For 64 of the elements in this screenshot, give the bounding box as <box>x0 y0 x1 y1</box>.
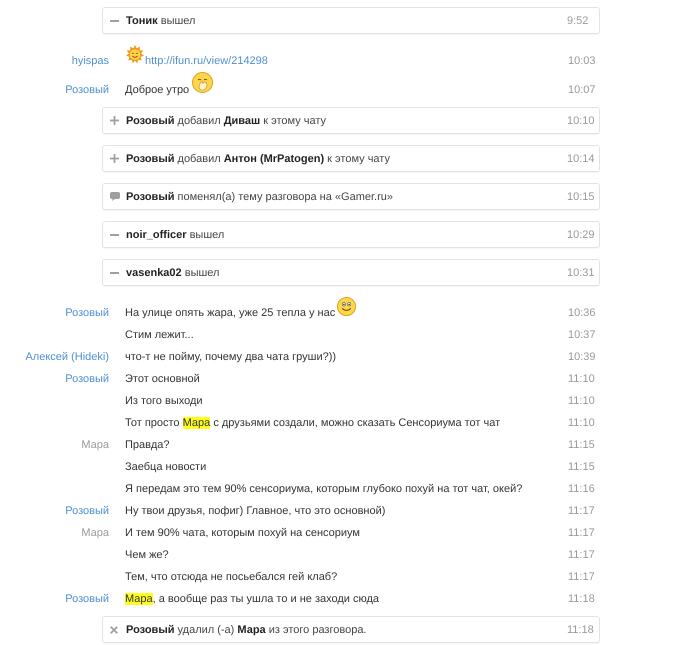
event-time: 10:29 <box>567 228 596 240</box>
message-time: 11:17 <box>568 526 596 541</box>
event-time: 10:31 <box>567 266 596 278</box>
minus-icon <box>110 272 119 274</box>
message-time: 11:10 <box>568 372 596 387</box>
sender-name: Розовый <box>65 373 109 385</box>
message-text: Ну твои друзья, пофиг) Главное, что это основной) <box>125 505 386 517</box>
sender-name: Розовый <box>65 307 109 319</box>
minus-icon <box>110 20 119 22</box>
event-text: noir_officer вышел <box>126 228 226 240</box>
message-text: На улице опять жара, уже 25 тепла у нас <box>125 307 336 319</box>
message-text: И тем 90% чата, которым похуй на сенсориум <box>125 527 360 539</box>
message-time: 10:39 <box>568 350 597 365</box>
message-time: 11:18 <box>568 592 596 607</box>
message-time: 10:07 <box>568 83 597 98</box>
sender-name: hyispas <box>72 55 109 67</box>
cross-icon <box>110 626 118 634</box>
message-time: 11:17 <box>568 504 596 519</box>
sun-smiley-icon <box>125 45 145 64</box>
message-time: 10:03 <box>568 54 597 69</box>
plus-icon <box>110 116 119 125</box>
smiley-with-hand-icon <box>192 72 214 93</box>
message-text: Правда? <box>125 439 170 451</box>
event-text: vasenka02 вышел <box>126 266 220 278</box>
event-text: Тоник вышел <box>126 14 196 26</box>
message-text: Мара, а вообще раз ты ушла то и не заходи сюда <box>125 593 380 605</box>
plus-icon <box>110 154 119 163</box>
minus-icon <box>110 234 119 236</box>
message-time: 11:10 <box>568 394 596 409</box>
message-time: 10:36 <box>568 306 597 321</box>
event-time: 9:52 <box>567 14 590 26</box>
message-text: Заебца новости <box>125 461 206 473</box>
sender-name: Розовый <box>65 593 109 605</box>
message-text: Тем, что отсюда не посьебался гей клаб? <box>125 571 338 583</box>
event-text: Розовый удалил (-а) Мара из этого разговора. <box>126 624 368 636</box>
message-text: Доброе утро <box>125 84 190 96</box>
message-time: 11:17 <box>568 548 596 563</box>
event-text: Розовый добавил Антон (MrPatogen) к этому чату <box>126 152 391 164</box>
event-time: 10:15 <box>567 190 596 202</box>
event-time: 11:18 <box>567 624 595 636</box>
message-time: 11:17 <box>568 570 596 585</box>
sender-name: Мара <box>81 527 109 539</box>
message-text: Стим лежит... <box>125 329 194 341</box>
event-time: 10:10 <box>567 114 596 126</box>
sender-name: Розовый <box>65 505 109 517</box>
message-time: 11:15 <box>568 460 596 475</box>
message-time: 11:16 <box>568 482 596 497</box>
smiley-icon <box>337 297 356 316</box>
message-time: 11:15 <box>568 438 596 453</box>
message-text: Из того выходи <box>125 395 203 407</box>
sender-name: Алексей (Hideki) <box>25 351 109 363</box>
event-text: Розовый поменял(а) тему разговора на «Gamer.ru» <box>126 190 394 202</box>
message-text: Я передам это тем 90% сенсориума, которым глубоко похуй на тот чат, окей? <box>125 483 522 495</box>
sender-name: Розовый <box>65 84 109 96</box>
speech-bubble-icon <box>110 192 120 201</box>
event-time: 10:14 <box>567 152 596 164</box>
message-time: 11:10 <box>568 416 596 431</box>
message-text: Этот основной <box>125 373 200 385</box>
message-link[interactable]: http://ifun.ru/view/214298 <box>145 55 268 67</box>
event-text: Розовый добавил Диваш к этому чату <box>126 114 328 126</box>
sender-name: Мара <box>81 439 109 451</box>
message-text: что-т не пойму, почему два чата груши?)) <box>125 351 336 363</box>
message-time: 10:37 <box>568 328 597 343</box>
message-text: Чем же? <box>125 549 169 561</box>
